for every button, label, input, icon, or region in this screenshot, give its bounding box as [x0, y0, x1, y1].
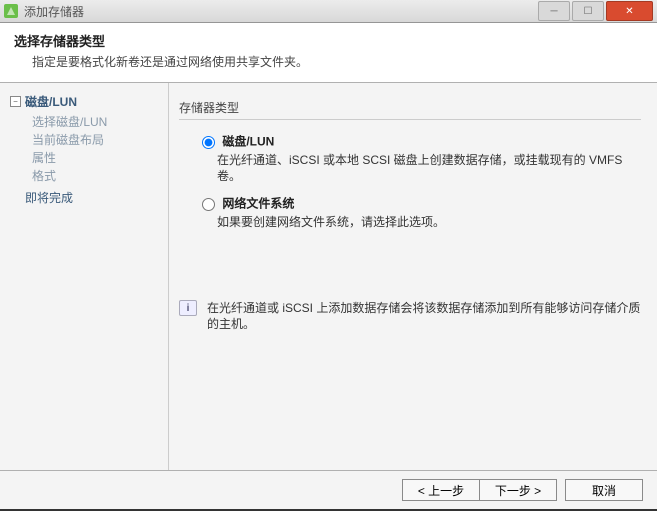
sidebar-step-label: 磁盘/LUN	[25, 93, 77, 110]
sidebar-step-select-disk[interactable]: 选择磁盘/LUN	[32, 113, 162, 131]
info-text: 在光纤通道或 iSCSI 上添加数据存储会将该数据存储添加到所有能够访问存储介质…	[207, 300, 641, 332]
sidebar-step-ready[interactable]: 即将完成	[25, 189, 162, 206]
wizard-header: 选择存储器类型 指定是要格式化新卷还是通过网络使用共享文件夹。	[0, 23, 657, 83]
minimize-button[interactable]: ─	[538, 1, 570, 21]
info-note: i 在光纤通道或 iSCSI 上添加数据存储会将该数据存储添加到所有能够访问存储…	[179, 300, 641, 332]
nav-button-group: < 上一步 下一步 >	[402, 479, 557, 501]
close-button[interactable]: ✕	[606, 1, 653, 21]
radio-nfs[interactable]	[202, 198, 215, 211]
next-button[interactable]: 下一步 >	[479, 479, 557, 501]
option-disk-lun-desc: 在光纤通道、iSCSI 或本地 SCSI 磁盘上创建数据存储，或挂载现有的 VM…	[217, 152, 641, 184]
option-disk-lun-title: 磁盘/LUN	[222, 134, 274, 148]
wizard-body: − 磁盘/LUN 选择磁盘/LUN 当前磁盘布局 属性 格式 即将完成 存储器类…	[0, 83, 657, 470]
window-controls: ─ ☐ ✕	[536, 1, 653, 21]
sidebar-step-format[interactable]: 格式	[32, 167, 162, 185]
sidebar-step-current-layout[interactable]: 当前磁盘布局	[32, 131, 162, 149]
radio-disk-lun[interactable]	[202, 136, 215, 149]
maximize-button[interactable]: ☐	[572, 1, 604, 21]
option-nfs-desc: 如果要创建网络文件系统，请选择此选项。	[217, 214, 641, 230]
wizard-window: 添加存储器 ─ ☐ ✕ 选择存储器类型 指定是要格式化新卷还是通过网络使用共享文…	[0, 0, 657, 511]
back-button[interactable]: < 上一步	[402, 479, 480, 501]
info-icon: i	[179, 300, 197, 316]
page-heading: 选择存储器类型	[14, 31, 643, 50]
group-divider	[179, 119, 641, 120]
wizard-steps-sidebar: − 磁盘/LUN 选择磁盘/LUN 当前磁盘布局 属性 格式 即将完成	[0, 83, 168, 470]
sidebar-step-properties[interactable]: 属性	[32, 149, 162, 167]
storage-type-group: 存储器类型 磁盘/LUN 在光纤通道、iSCSI 或本地 SCSI 磁盘上创建数…	[179, 93, 641, 332]
titlebar: 添加存储器 ─ ☐ ✕	[0, 0, 657, 23]
collapse-icon[interactable]: −	[10, 96, 21, 107]
option-nfs-title: 网络文件系统	[222, 196, 294, 210]
sidebar-step-disk-lun[interactable]: − 磁盘/LUN	[10, 93, 162, 110]
group-title: 存储器类型	[179, 99, 641, 116]
option-disk-lun[interactable]: 磁盘/LUN 在光纤通道、iSCSI 或本地 SCSI 磁盘上创建数据存储，或挂…	[197, 132, 641, 184]
sidebar-substeps: 选择磁盘/LUN 当前磁盘布局 属性 格式	[32, 113, 162, 185]
page-subheading: 指定是要格式化新卷还是通过网络使用共享文件夹。	[32, 53, 643, 70]
window-title: 添加存储器	[24, 3, 536, 20]
option-nfs[interactable]: 网络文件系统 如果要创建网络文件系统，请选择此选项。	[197, 194, 641, 230]
app-icon	[4, 4, 18, 18]
wizard-footer: < 上一步 下一步 > 取消	[0, 470, 657, 509]
cancel-button[interactable]: 取消	[565, 479, 643, 501]
wizard-content: 存储器类型 磁盘/LUN 在光纤通道、iSCSI 或本地 SCSI 磁盘上创建数…	[168, 83, 657, 470]
